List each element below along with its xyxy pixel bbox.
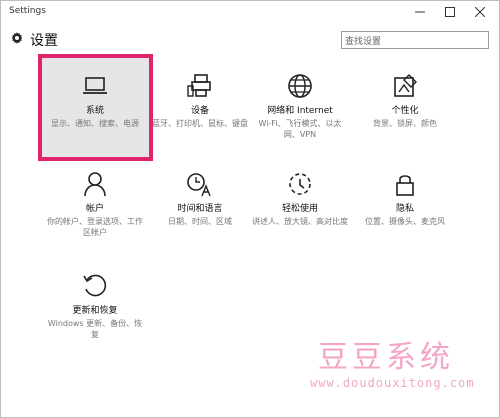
time-language-icon (187, 173, 211, 197)
person-icon (84, 172, 106, 197)
tile-network-internet[interactable]: 网络和 Internet Wi-Fi、飞行模式、以太网、VPN (248, 72, 352, 140)
tile-time-language[interactable]: 时间和语言 日期、时间、区域 (148, 170, 252, 227)
title-bar: Settings (1, 1, 499, 23)
tile-privacy[interactable]: 隐私 位置、摄像头、麦克风 (353, 170, 457, 227)
watermark-title: 豆豆系统 (318, 340, 454, 375)
tile-description: 讲述人、放大镜、高对比度 (252, 217, 348, 226)
tile-description: 日期、时间、区域 (168, 217, 232, 226)
watermark-url: www.doudouxitong.com (310, 376, 475, 390)
tile-personalization[interactable]: 个性化 背景、锁屏、颜色 (353, 72, 457, 129)
tile-devices[interactable]: 设备 蓝牙、打印机、鼠标、键盘 (148, 72, 252, 129)
tile-description: 你的帐户、登录选项、工作区帐户 (47, 217, 143, 237)
maximize-button[interactable] (435, 1, 465, 23)
page-title: 设置 (30, 33, 58, 49)
tile-label: 轻松使用 (281, 204, 318, 214)
maximize-icon (445, 7, 455, 17)
tile-label: 网络和 Internet (267, 106, 333, 116)
tile-label: 时间和语言 (177, 204, 223, 214)
tile-description: 蓝牙、打印机、鼠标、键盘 (152, 119, 248, 128)
window-controls (405, 1, 495, 23)
tile-description: Wi-Fi、飞行模式、以太网、VPN (258, 119, 342, 139)
tile-description: 显示、通知、搜索、电源 (51, 119, 139, 128)
search-placeholder: 查找设置 (345, 36, 382, 47)
globe-icon (288, 74, 312, 98)
tile-description: 背景、锁屏、颜色 (373, 119, 437, 128)
close-button[interactable] (465, 1, 495, 23)
tile-system[interactable]: 系统 显示、通知、搜索、电源 (43, 72, 147, 129)
tile-label: 帐户 (85, 204, 104, 214)
lock-icon (396, 175, 414, 196)
settings-header: 设置 查找设置 (1, 25, 499, 55)
search-input[interactable]: 查找设置 (341, 31, 489, 49)
tile-ease-of-access[interactable]: 轻松使用 讲述人、放大镜、高对比度 (248, 170, 352, 227)
tile-description: 位置、摄像头、麦克风 (365, 217, 445, 226)
tile-update-recovery[interactable]: 更新和恢复 Windows 更新、备份、恢复 (43, 272, 147, 340)
close-icon (475, 7, 485, 17)
update-icon (83, 274, 107, 297)
ease-of-access-icon (289, 173, 311, 195)
personalization-icon (394, 74, 417, 97)
tile-accounts[interactable]: 帐户 你的帐户、登录选项、工作区帐户 (43, 170, 147, 238)
tile-label: 设备 (190, 106, 209, 116)
devices-icon (187, 74, 211, 97)
tile-label: 隐私 (395, 204, 414, 214)
tile-label: 更新和恢复 (72, 306, 118, 316)
window-title: Settings (9, 6, 46, 16)
minimize-button[interactable] (405, 1, 435, 23)
tile-description: Windows 更新、备份、恢复 (47, 319, 143, 339)
tile-label: 个性化 (391, 106, 419, 116)
gear-icon (11, 32, 23, 44)
watermark: 豆豆系统 www.doudouxitong.com (308, 332, 488, 412)
tile-label: 系统 (85, 106, 104, 116)
minimize-icon (415, 11, 425, 13)
laptop-icon (83, 77, 107, 94)
